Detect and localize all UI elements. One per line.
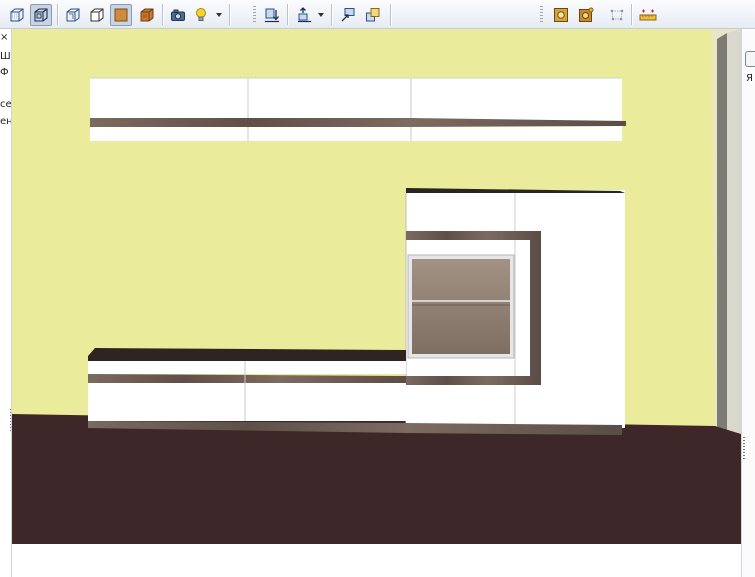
outline-cube-icon[interactable] (86, 4, 108, 26)
tall-cabinet (405, 188, 625, 428)
floor-edge (12, 544, 741, 551)
panel-toggle-button[interactable] (745, 51, 755, 67)
move-to-wall-icon[interactable] (337, 4, 359, 26)
lift-object-icon[interactable] (293, 4, 315, 26)
view-toolbar (0, 0, 755, 29)
viewport-bottom-strip (12, 551, 741, 577)
panel-label-fragment: Я (746, 73, 753, 84)
floor (12, 414, 741, 551)
panel-label-fragment: Ш (0, 51, 11, 62)
left-side-panel: × Ш Ф се ен (0, 29, 12, 577)
toolbar-separator (229, 4, 231, 25)
panel-label-fragment: се (0, 99, 12, 110)
panel-label-fragment: Ф (0, 67, 9, 78)
toolbar-grip[interactable] (253, 6, 256, 23)
light-bulb-icon[interactable] (190, 4, 212, 26)
render-image-icon[interactable] (550, 4, 572, 26)
solid-shaded-cube-icon[interactable] (110, 4, 132, 26)
place-on-floor-icon[interactable] (261, 4, 283, 26)
hidden-line-cube-icon[interactable] (30, 4, 52, 26)
align-objects-icon[interactable] (362, 4, 384, 26)
wireframe-cube-icon[interactable] (6, 4, 28, 26)
wall-cabinets (90, 77, 626, 141)
lift-dropdown-arrow[interactable] (316, 4, 326, 26)
3d-viewport[interactable] (12, 29, 741, 551)
dimensions-points-icon[interactable] (606, 4, 628, 26)
toolbar-separator (162, 4, 164, 25)
scene-render (12, 29, 741, 551)
textured-cube-icon[interactable] (136, 4, 158, 26)
window-frame (727, 29, 741, 454)
measure-ruler-icon[interactable] (637, 4, 659, 26)
toolbar-separator (331, 4, 333, 25)
light-dropdown-arrow[interactable] (214, 4, 224, 26)
toolbar-grip[interactable] (540, 6, 543, 23)
right-side-panel: Я (741, 29, 755, 577)
front-view-cube-icon[interactable] (62, 4, 84, 26)
toolbar-separator (287, 4, 289, 25)
window-frame (717, 33, 727, 449)
toolbar-separator (631, 4, 633, 25)
render-settings-icon[interactable] (575, 4, 597, 26)
toolbar-separator (57, 4, 59, 25)
close-icon[interactable]: × (0, 32, 9, 44)
splitter-grip[interactable] (743, 437, 745, 461)
panel-label-fragment: ен (0, 116, 12, 127)
toolbar-separator (390, 4, 392, 25)
camera-icon[interactable] (167, 4, 189, 26)
